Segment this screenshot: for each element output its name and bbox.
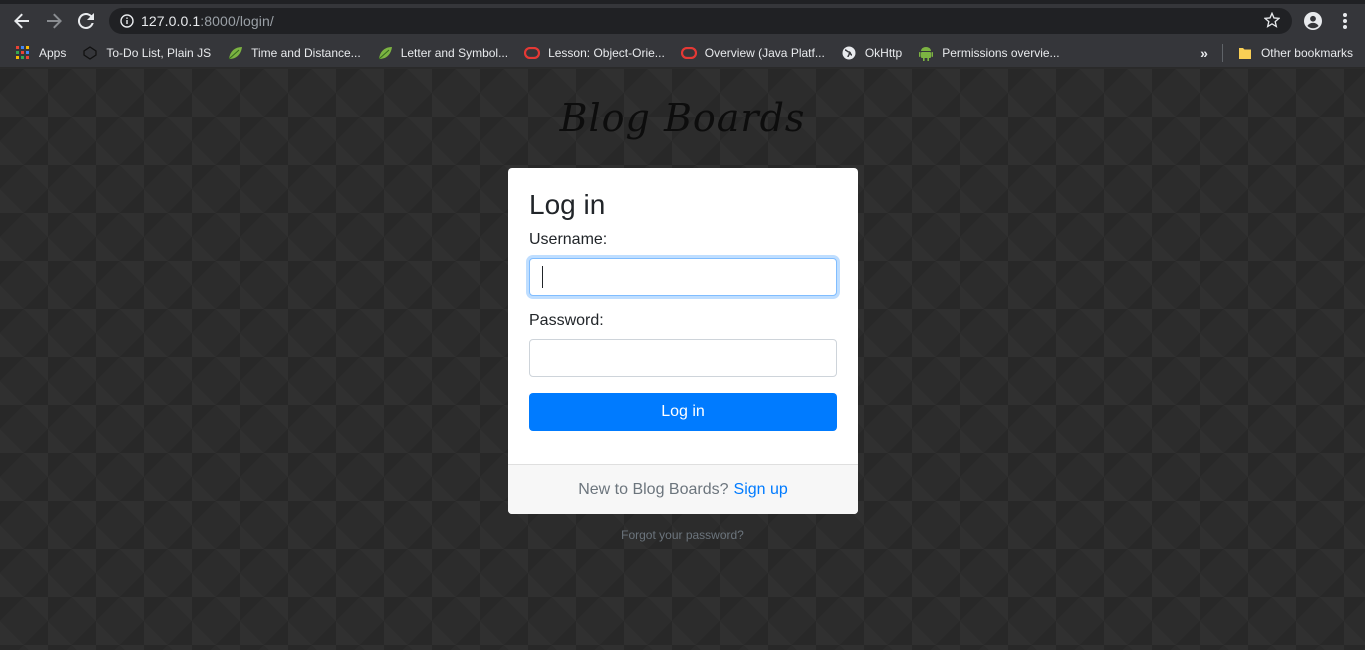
forward-arrow-icon — [47, 13, 62, 29]
forward-button[interactable] — [38, 5, 70, 37]
bookmarks-divider — [1221, 44, 1223, 62]
other-bookmarks-label: Other bookmarks — [1260, 46, 1353, 60]
globe-icon — [841, 45, 857, 61]
browser-toolbar: 127.0.0.1:8000/login/ — [0, 4, 1365, 38]
site-info-icon[interactable] — [113, 14, 141, 28]
bookmark-permissions[interactable]: Permissions overvie... — [910, 41, 1067, 65]
username-label: Username: — [529, 230, 608, 248]
address-bar[interactable]: 127.0.0.1:8000/login/ — [109, 8, 1292, 34]
reload-icon — [78, 13, 94, 29]
bookmark-label: Overview (Java Platf... — [704, 45, 825, 60]
leaf-icon — [227, 45, 243, 61]
account-icon — [1304, 12, 1322, 30]
bookmark-star-icon[interactable] — [1263, 11, 1281, 33]
bookmark-label: Permissions overvie... — [942, 45, 1060, 60]
back-button[interactable] — [6, 5, 38, 37]
signup-prompt: New to Blog Boards? — [578, 480, 729, 498]
bookmark-okhttp[interactable]: OkHttp — [833, 41, 910, 65]
text-caret — [542, 265, 543, 288]
password-input[interactable] — [529, 338, 837, 377]
login-button[interactable]: Log in — [529, 392, 837, 431]
page-title: Log in — [529, 189, 606, 220]
bookmark-label: Letter and Symbol... — [400, 45, 509, 60]
kebab-menu-icon — [1343, 13, 1347, 29]
menu-button[interactable] — [1329, 5, 1361, 37]
card-footer: New to Blog Boards? Sign up — [508, 464, 858, 514]
android-icon — [918, 45, 934, 61]
forgot-password: Forgot your password? — [0, 528, 1365, 542]
oracle-icon — [680, 45, 697, 61]
bookmark-label: Lesson: Object-Orie... — [548, 45, 665, 60]
bookmark-label: Apps — [39, 45, 67, 60]
bookmark-letter-symbol[interactable]: Letter and Symbol... — [369, 41, 516, 65]
bookmark-label: OkHttp — [864, 45, 903, 60]
signup-link[interactable]: Sign up — [734, 481, 788, 499]
bookmark-todo-list[interactable]: To-Do List, Plain JS — [74, 41, 219, 65]
password-label: Password: — [529, 311, 604, 329]
bookmark-java-overview[interactable]: Overview (Java Platf... — [673, 41, 833, 65]
bookmarks-bar: Apps To-Do List, Plain JS Time and Dista… — [0, 38, 1365, 68]
bookmark-apps[interactable]: Apps — [7, 41, 74, 65]
leaf-icon — [377, 45, 393, 61]
url-text: 127.0.0.1:8000/login/ — [141, 13, 274, 29]
profile-button[interactable] — [1297, 5, 1329, 37]
bookmark-time-distance[interactable]: Time and Distance... — [219, 41, 369, 65]
more-bookmarks-chevron[interactable]: » — [1192, 45, 1216, 61]
username-input[interactable] — [529, 257, 837, 296]
apps-grid-icon — [15, 45, 31, 61]
oracle-icon — [524, 45, 541, 61]
forgot-password-link[interactable]: Forgot your password? — [621, 528, 744, 542]
bookmark-lesson-oop[interactable]: Lesson: Object-Orie... — [516, 41, 673, 65]
reload-button[interactable] — [70, 5, 102, 37]
folder-icon — [1237, 45, 1253, 61]
bookmark-label: Time and Distance... — [251, 45, 361, 60]
brand-logo[interactable]: Blog Boards — [0, 96, 1365, 140]
back-arrow-icon — [14, 13, 29, 29]
bookmark-label: To-Do List, Plain JS — [106, 45, 212, 60]
codepen-icon — [82, 45, 98, 61]
other-bookmarks[interactable]: Other bookmarks — [1229, 41, 1359, 65]
login-card: Log in Username: Password: Log in New to… — [508, 168, 858, 514]
page-background: Blog Boards Log in Username: Password: L… — [0, 69, 1365, 650]
